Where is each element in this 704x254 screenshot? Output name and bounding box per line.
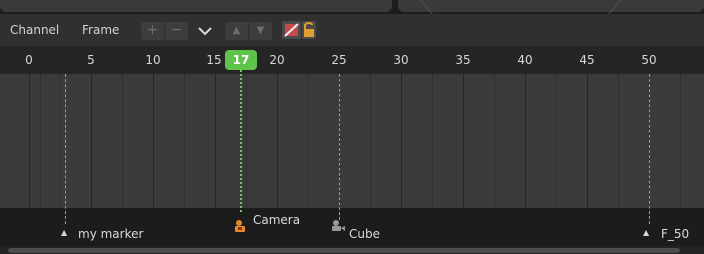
ruler-label: 45 [579,53,595,67]
grid-line [153,74,154,208]
menu-frame[interactable]: Frame [82,23,119,37]
current-frame-indicator[interactable]: 17 [225,50,257,70]
grid-line-minor [122,74,123,208]
marker-label[interactable]: Camera [253,213,300,227]
grid-line-minor [494,74,495,208]
ruler-label: 10 [145,53,161,67]
grid-line [277,74,278,208]
marker-triangle-icon[interactable]: ▲ [61,228,67,237]
grid-line [401,74,402,208]
grid-line-minor [618,74,619,208]
playhead-line[interactable] [240,70,242,212]
ruler-label: 0 [25,53,33,67]
plus-icon: + [146,22,159,38]
grid-line [29,74,30,208]
window-top-strip [0,0,704,14]
grid-line-minor [60,74,61,208]
horizontal-scrollbar[interactable] [8,248,680,253]
lock-icon[interactable] [302,21,316,39]
grid-line-minor [246,74,247,208]
grid-line-minor [370,74,371,208]
ruler-label: 35 [455,53,471,67]
grid-line [463,74,464,208]
grid-line-minor [556,74,557,208]
minus-icon: − [170,22,183,38]
marker-line [339,74,340,220]
ruler-label: 20 [269,53,285,67]
marker-label[interactable]: my marker [78,227,143,241]
cube-camera-icon[interactable] [330,218,346,234]
area-segment [0,0,392,12]
ruler-label: 5 [87,53,95,67]
arrow-up-icon: ▲ [232,25,241,36]
chevron-down-icon[interactable] [196,22,214,40]
marker-line [649,74,650,224]
camera-filter-icon[interactable] [282,21,301,39]
grid-line [525,74,526,208]
camera-icon[interactable] [232,218,248,234]
marker-line [65,74,66,224]
ruler-label: 25 [331,53,347,67]
grid-line-minor [680,74,681,208]
grid-line-minor [432,74,433,208]
marker-label[interactable]: Cube [349,227,380,241]
remove-marker-button[interactable]: − [165,22,188,40]
arrow-down-icon: ▼ [256,25,265,36]
ruler-label: 40 [517,53,533,67]
header-bar: Channel Frame + − ▲ ▼ [0,14,704,46]
marker-triangle-icon[interactable]: ▲ [643,228,649,237]
timeline-area[interactable] [0,74,704,208]
grid-line-minor [308,74,309,208]
move-up-button[interactable]: ▲ [225,22,248,40]
grid-line [91,74,92,208]
frame-ruler[interactable] [0,46,704,74]
area-segment [398,0,704,12]
ruler-label: 50 [641,53,657,67]
grid-line-minor [40,74,41,208]
menu-channel[interactable]: Channel [10,23,59,37]
grid-line-minor [184,74,185,208]
ruler-label: 15 [206,53,222,67]
grid-line [215,74,216,208]
add-marker-button[interactable]: + [141,22,164,40]
grid-line [587,74,588,208]
ruler-label: 30 [393,53,409,67]
marker-label[interactable]: F_50 [661,227,689,241]
move-down-button[interactable]: ▼ [249,22,272,40]
